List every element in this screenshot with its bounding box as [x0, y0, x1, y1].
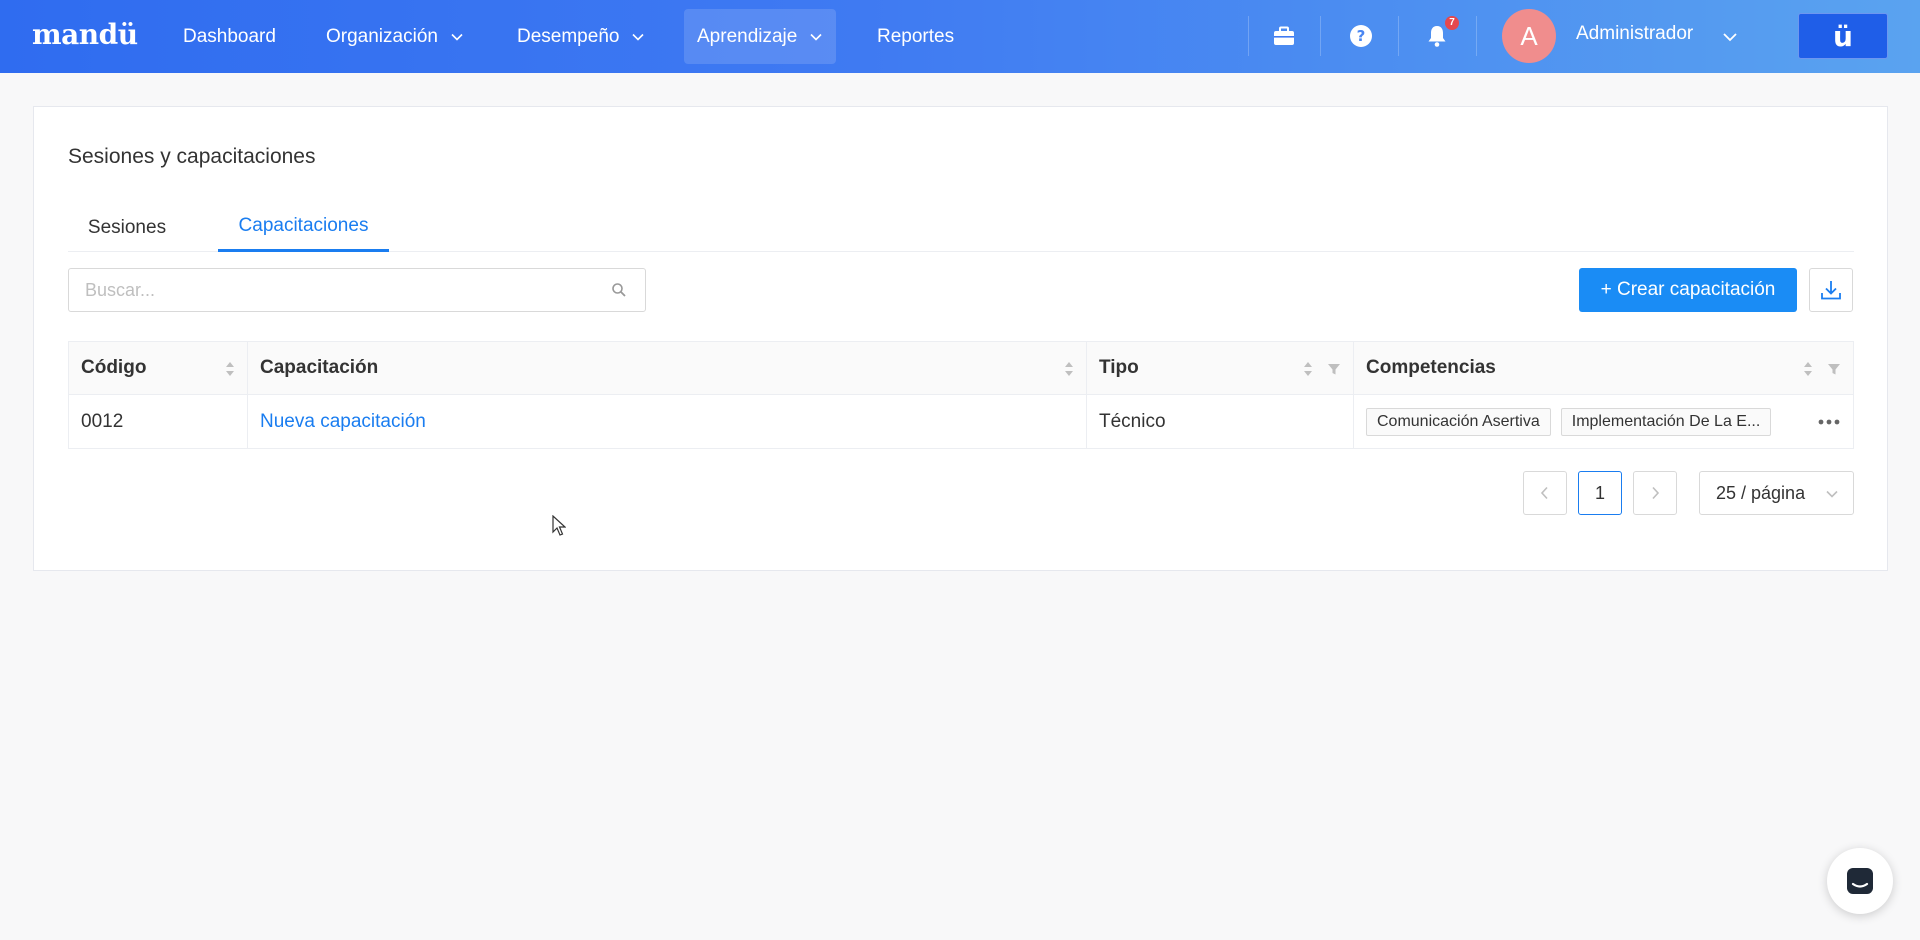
chat-launcher-button[interactable] — [1827, 848, 1893, 914]
more-options-icon[interactable] — [1817, 415, 1841, 429]
chevron-down-icon — [451, 33, 463, 41]
bell-icon[interactable]: 7 — [1421, 16, 1459, 52]
download-icon — [1821, 281, 1841, 300]
column-header-label: Código — [81, 357, 147, 378]
sort-icon[interactable] — [1803, 361, 1813, 377]
avatar[interactable]: A — [1502, 9, 1556, 63]
filter-icon[interactable] — [1327, 362, 1341, 376]
page-title: Sesiones y capacitaciones — [68, 145, 316, 168]
column-header-label: Competencias — [1366, 357, 1496, 378]
tab-bar: Sesiones Capacitaciones — [68, 203, 1854, 252]
column-header-tipo[interactable]: Tipo — [1087, 342, 1354, 394]
sort-icon[interactable] — [1303, 361, 1313, 377]
search-field[interactable] — [68, 268, 646, 312]
column-header-label: Capacitación — [260, 357, 379, 378]
column-header-competencias[interactable]: Competencias — [1354, 342, 1854, 394]
nav-desempeno-label: Desempeño — [517, 25, 620, 47]
download-button[interactable] — [1809, 268, 1853, 312]
next-page-button[interactable] — [1633, 471, 1677, 515]
user-name[interactable]: Administrador — [1576, 23, 1693, 45]
chevron-left-icon — [1540, 486, 1548, 500]
nav-reportes-label: Reportes — [877, 25, 955, 47]
chevron-right-icon — [1652, 486, 1660, 500]
brand-button[interactable]: ü — [1798, 13, 1888, 59]
divider — [1476, 16, 1477, 56]
chat-icon — [1847, 868, 1873, 894]
sort-icon[interactable] — [1064, 361, 1074, 377]
column-header-label: Tipo — [1099, 357, 1139, 378]
search-icon[interactable] — [611, 282, 627, 298]
svg-text:?: ? — [1357, 27, 1366, 45]
mouse-cursor-icon — [552, 515, 566, 536]
column-header-capacitacion[interactable]: Capacitación — [248, 342, 1087, 394]
nav-organizacion-label: Organización — [326, 25, 438, 47]
filter-icon[interactable] — [1827, 362, 1841, 376]
cell-competencias: Comunicación Asertiva Implementación De … — [1354, 395, 1854, 448]
nav-desempeno[interactable]: Desempeño — [504, 9, 658, 64]
page-size-value: 25 / página — [1716, 482, 1806, 503]
nav-dashboard-label: Dashboard — [183, 25, 276, 47]
chevron-down-icon — [632, 33, 645, 41]
search-input[interactable] — [69, 269, 569, 311]
top-navbar: mandü Dashboard Organización Desempeño A… — [0, 0, 1920, 73]
sort-icon[interactable] — [225, 361, 235, 377]
tab-sesiones[interactable]: Sesiones — [68, 203, 186, 252]
nav-aprendizaje[interactable]: Aprendizaje — [684, 9, 837, 64]
cell-codigo: 0012 — [68, 395, 248, 448]
briefcase-icon[interactable] — [1268, 20, 1300, 52]
column-header-codigo[interactable]: Código — [68, 342, 248, 394]
help-icon[interactable]: ? — [1345, 20, 1377, 52]
training-link[interactable]: Nueva capacitación — [260, 411, 426, 433]
page-number-button[interactable]: 1 — [1578, 471, 1622, 515]
table-row: 0012 Nueva capacitación Técnico Comunica… — [68, 395, 1854, 449]
app-logo[interactable]: mandü — [32, 18, 138, 51]
nav-reportes[interactable]: Reportes — [864, 9, 967, 64]
trainings-table: Código Capacitación Tipo Competencias 00… — [68, 341, 1854, 449]
notification-badge: 7 — [1445, 16, 1459, 30]
page-size-select[interactable]: 25 / página — [1699, 471, 1854, 515]
prev-page-button[interactable] — [1523, 471, 1567, 515]
nav-aprendizaje-label: Aprendizaje — [697, 25, 798, 47]
create-training-button[interactable]: + Crear capacitación — [1579, 268, 1797, 312]
table-header: Código Capacitación Tipo Competencias — [68, 341, 1854, 395]
cell-tipo: Técnico — [1087, 395, 1354, 448]
divider — [1248, 16, 1249, 56]
nav-organizacion[interactable]: Organización — [313, 9, 477, 64]
chevron-down-icon — [1826, 490, 1838, 498]
divider — [1320, 16, 1321, 56]
chevron-down-icon — [810, 33, 822, 41]
divider — [1398, 16, 1399, 56]
competency-tag: Comunicación Asertiva — [1366, 407, 1551, 436]
cell-capacitacion: Nueva capacitación — [248, 395, 1087, 448]
tab-capacitaciones[interactable]: Capacitaciones — [218, 203, 389, 252]
nav-dashboard[interactable]: Dashboard — [170, 9, 289, 64]
main-card: Sesiones y capacitaciones Sesiones Capac… — [33, 106, 1888, 571]
chevron-down-icon[interactable] — [1722, 29, 1738, 45]
competency-tag: Implementación De La E... — [1560, 407, 1772, 436]
